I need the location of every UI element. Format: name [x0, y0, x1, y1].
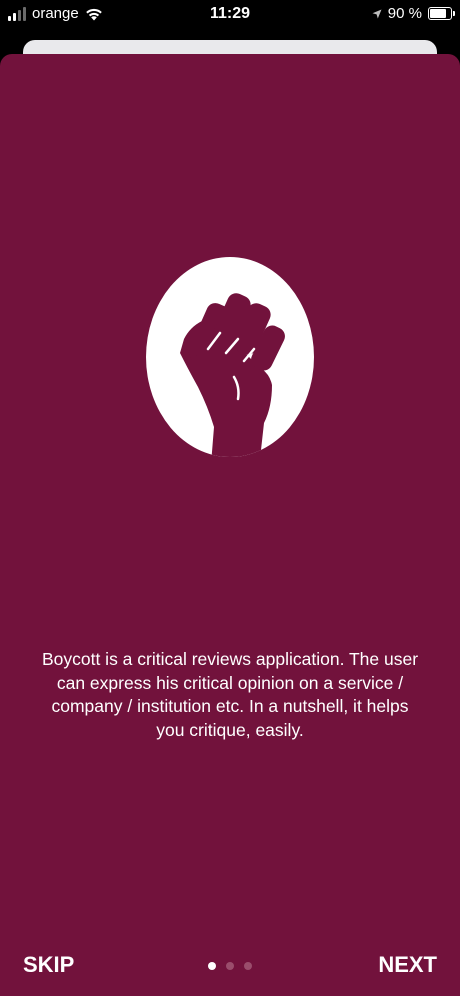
location-arrow-icon: [372, 9, 382, 18]
next-button[interactable]: NEXT: [378, 952, 437, 978]
status-bar: orange 11:29 90 %: [0, 0, 460, 32]
page-dot-2[interactable]: [226, 962, 234, 970]
battery-icon: [428, 7, 455, 20]
onboarding-description: Boycott is a critical reviews applicatio…: [41, 649, 419, 740]
page-dot-3[interactable]: [244, 962, 252, 970]
raised-fist-icon: [146, 257, 314, 457]
battery-percentage: 90 %: [387, 5, 422, 22]
status-right: 90 %: [372, 5, 455, 22]
page-dot-1[interactable]: [208, 962, 216, 970]
onboarding-sheet: Boycott is a critical reviews applicatio…: [0, 54, 460, 996]
